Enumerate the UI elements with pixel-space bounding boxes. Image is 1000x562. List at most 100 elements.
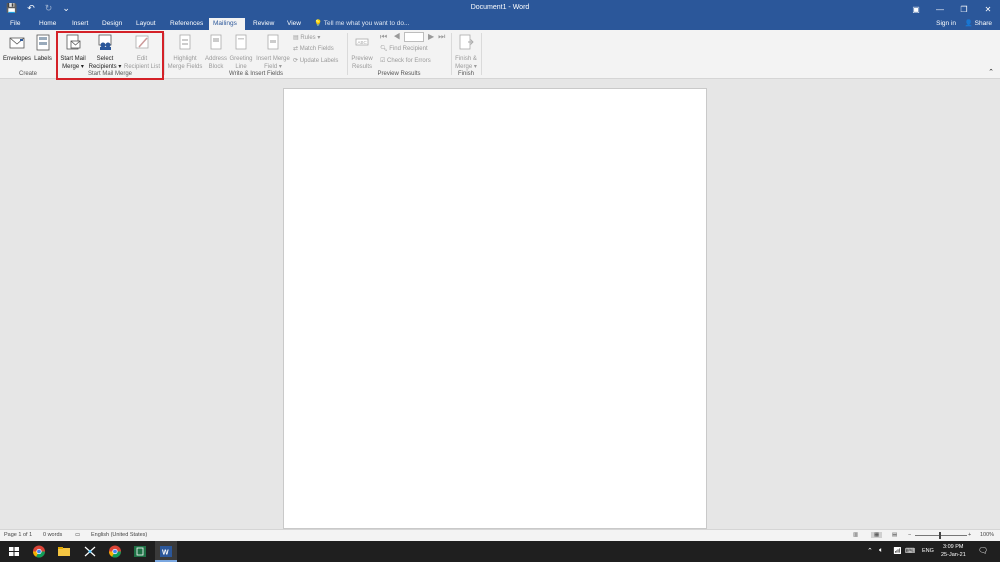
finish-label-2: Merge ▾ — [455, 64, 477, 70]
ribbon-display-options-button[interactable]: ▣ — [904, 0, 928, 18]
tab-view[interactable]: View — [283, 18, 305, 30]
tab-home[interactable]: Home — [35, 18, 60, 30]
zoom-in-icon[interactable]: + — [968, 532, 971, 538]
envelope-icon — [9, 37, 25, 49]
ribbon-tabs: File Home Insert Design Layout Reference… — [0, 18, 1000, 30]
last-record-icon[interactable]: ⏭ — [438, 32, 449, 41]
tab-layout[interactable]: Layout — [132, 18, 160, 30]
insert-merge-field-button[interactable]: Insert Merge Field ▾ — [254, 33, 292, 71]
windows-taskbar: W ⌃ 🔈︎ 📶︎ ⌨ ENG 3:09 PM 25-Jan-21 🗨︎ — [0, 541, 1000, 562]
read-mode-icon[interactable]: ▥ — [853, 532, 858, 538]
document-area[interactable] — [0, 80, 1000, 529]
match-fields-label: Match Fields — [299, 46, 334, 52]
rules-button[interactable]: ▤ Rules ▾ — [293, 34, 320, 42]
file-explorer-icon[interactable] — [56, 544, 72, 559]
windows-start-icon[interactable] — [6, 544, 22, 559]
tab-design[interactable]: Design — [98, 18, 126, 30]
preview-results-button[interactable]: ABC Preview Results — [349, 33, 375, 71]
document-page[interactable] — [283, 88, 707, 529]
volume-icon[interactable]: 🔈︎ — [879, 547, 883, 555]
update-labels-icon: ⟳ — [293, 58, 300, 64]
group-divider — [347, 33, 348, 75]
check-errors-label: Check for Errors — [387, 58, 431, 64]
window-controls: ▣ — ❐ ✕ — [904, 0, 1000, 18]
minimize-button[interactable]: — — [928, 0, 952, 18]
network-icon[interactable]: 📶︎ — [893, 547, 902, 555]
next-record-icon[interactable]: ▶ — [428, 32, 438, 41]
share-button[interactable]: 👤 Share — [965, 18, 992, 30]
zoom-slider[interactable] — [915, 535, 967, 536]
notifications-icon[interactable]: 🗨︎ — [978, 546, 988, 555]
tab-file[interactable]: File — [6, 18, 24, 30]
tell-me-search[interactable]: 💡 Tell me what you want to do... — [314, 18, 409, 30]
finish-merge-button[interactable]: Finish & Merge ▾ — [452, 33, 480, 71]
chrome-icon-2[interactable] — [107, 544, 123, 559]
tab-mailings[interactable]: Mailings — [209, 18, 245, 30]
labels-label: Labels — [34, 56, 52, 62]
person-icon: 👤 — [964, 20, 973, 27]
collapse-ribbon-icon[interactable]: ⌃ — [988, 69, 994, 77]
envelopes-button[interactable]: Envelopes — [3, 33, 31, 63]
excel-icon[interactable] — [132, 544, 148, 559]
record-number-input[interactable] — [404, 32, 424, 42]
language[interactable]: English (United States) — [91, 532, 147, 538]
preview-group-label: Preview Results — [377, 71, 421, 77]
labels-button[interactable]: Labels — [33, 33, 53, 63]
keyboard-icon[interactable]: ⌨ — [905, 547, 915, 555]
highlight-merge-fields-button[interactable]: Highlight Merge Fields — [166, 33, 204, 71]
first-record-icon[interactable]: ⏮ — [380, 32, 393, 41]
page-count[interactable]: Page 1 of 1 — [4, 532, 32, 538]
clock-time[interactable]: 3:09 PM — [943, 544, 963, 550]
snipping-tool-icon[interactable] — [82, 544, 98, 559]
update-labels-label: Update Labels — [299, 58, 339, 64]
write-insert-group-label: Write & Insert Fields — [229, 71, 283, 77]
preview-icon: ABC — [355, 38, 369, 46]
envelopes-label: Envelopes — [3, 56, 32, 62]
match-fields-button[interactable]: ⇄ Match Fields — [293, 45, 334, 53]
find-recipient-label: Find Recipient — [389, 46, 428, 52]
input-language[interactable]: ENG — [922, 548, 934, 554]
group-divider — [481, 33, 482, 75]
preview-label-1: Preview — [351, 56, 373, 62]
greeting-line-button[interactable]: Greeting Line — [228, 33, 254, 71]
print-layout-icon[interactable]: ▦ — [871, 532, 883, 538]
show-hidden-icons[interactable]: ⌃ — [867, 547, 873, 555]
record-nav: ⏮◀ — [380, 33, 406, 41]
tell-me-text: Tell me what you want to do... — [323, 20, 410, 27]
word-count[interactable]: 0 words — [43, 532, 62, 538]
lightbulb-icon: 💡 — [314, 20, 323, 27]
find-recipient-button[interactable]: 🔍︎ Find Recipient — [380, 45, 428, 53]
finish-merge-icon — [459, 34, 474, 50]
clock-date[interactable]: 25-Jan-21 — [941, 552, 966, 558]
highlight-fields-icon — [179, 34, 191, 50]
svg-text:ABC: ABC — [358, 40, 368, 45]
word-taskbar-button[interactable]: W — [155, 541, 177, 562]
web-layout-icon[interactable]: ▤ — [892, 532, 897, 538]
tab-review[interactable]: Review — [249, 18, 278, 30]
address-label-1: Address — [204, 56, 227, 62]
match-fields-icon: ⇄ — [293, 46, 300, 52]
tab-references[interactable]: References — [166, 18, 207, 30]
sign-in-link[interactable]: Sign in — [936, 18, 956, 30]
window-title: Document1 - Word — [470, 4, 530, 11]
zoom-out-icon[interactable]: − — [908, 532, 911, 538]
close-button[interactable]: ✕ — [976, 0, 1000, 18]
create-group-label: Create — [18, 71, 37, 77]
greeting-line-icon — [235, 34, 247, 50]
word-icon: W — [160, 546, 172, 557]
address-label-2: Block — [208, 64, 224, 70]
highlight-label-2: Merge Fields — [167, 64, 203, 70]
record-nav-forward: ▶⏭ — [428, 33, 449, 41]
address-block-button[interactable]: Address Block — [203, 33, 229, 71]
proofing-icon[interactable]: ▭ — [75, 532, 80, 538]
insert-field-label-1: Insert Merge — [256, 56, 290, 62]
start-mail-merge-highlight-box — [56, 31, 164, 80]
group-divider — [164, 33, 165, 75]
tab-insert[interactable]: Insert — [68, 18, 92, 30]
zoom-level[interactable]: 100% — [980, 532, 994, 538]
check-errors-button[interactable]: ☑ Check for Errors — [380, 57, 431, 65]
zoom-slider-thumb[interactable] — [939, 532, 941, 539]
update-labels-button[interactable]: ⟳ Update Labels — [293, 57, 338, 65]
chrome-icon[interactable] — [31, 544, 47, 559]
restore-button[interactable]: ❐ — [952, 0, 976, 18]
